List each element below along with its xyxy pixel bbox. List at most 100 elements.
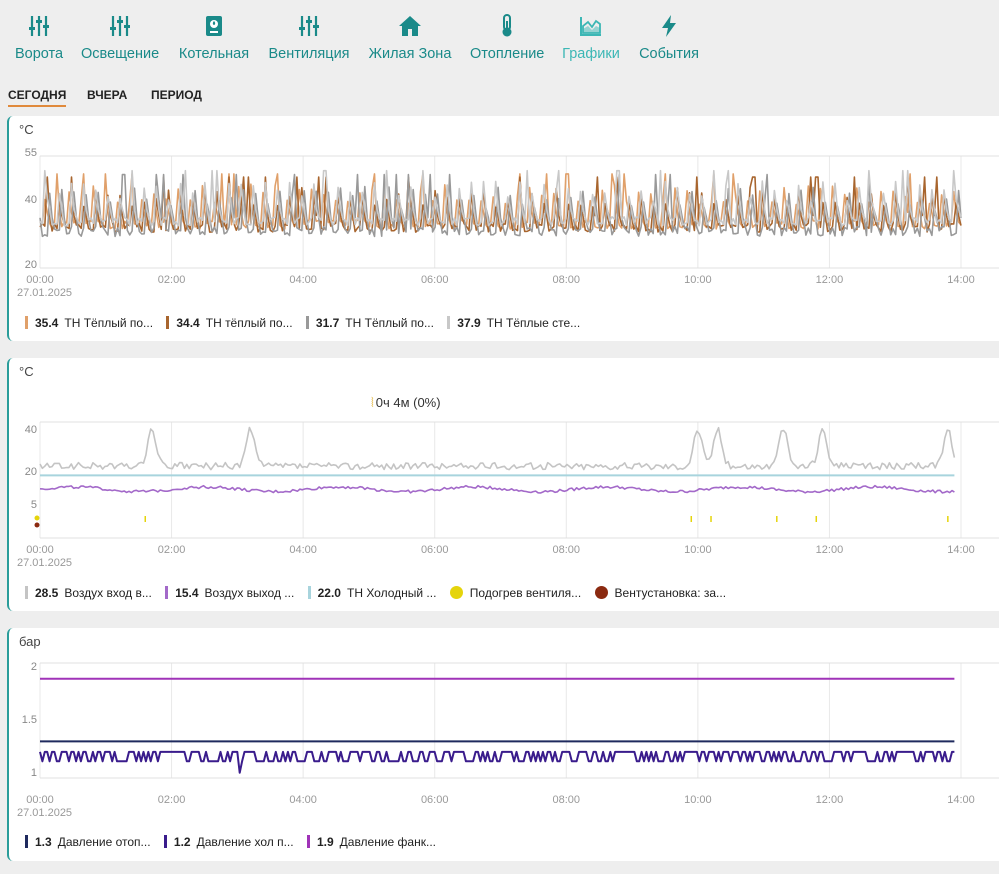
legend-item[interactable]: 22.0 ТН Холодный ... — [307, 586, 436, 600]
x-tick-label: 10:00 — [684, 794, 712, 806]
nav-item-living-zone[interactable]: Жилая Зона — [368, 14, 452, 66]
legend-swatch — [25, 316, 28, 329]
legend-item[interactable]: Вентустановка: за... — [594, 586, 726, 600]
nav-label: Жилая Зона — [368, 46, 452, 62]
x-tick-label: 02:00 — [158, 274, 186, 286]
period-tabs: СЕГОДНЯ ВЧЕРА ПЕРИОД — [0, 84, 999, 108]
x-tick-label: 10:00 — [684, 274, 712, 286]
chart-card-ventilation: °C ⦚ 0ч 4м (0%) 00:00 02:00 04:00 06:00 08:00… — [7, 358, 999, 611]
x-tick-label: 04:00 — [289, 274, 317, 286]
x-tick-label: 02:00 — [158, 544, 186, 556]
y-tick-label: 1 — [31, 767, 37, 779]
boiler-icon — [178, 14, 250, 40]
nav-item-charts[interactable]: Графики — [562, 14, 620, 66]
nav-item-events[interactable]: События — [638, 14, 700, 66]
nav-item-boiler-room[interactable]: Котельная — [178, 14, 250, 66]
x-date-label: 27.01.2025 — [17, 557, 72, 569]
pressure-chart[interactable]: 00:00 02:00 04:00 06:00 08:00 10:00 12:00 14:00… — [9, 628, 999, 828]
x-tick-label: 12:00 — [816, 274, 844, 286]
sliders-icon — [268, 14, 350, 40]
x-tick-label: 08:00 — [553, 794, 581, 806]
legend-item[interactable]: 1.9 Давление фанк... — [306, 835, 436, 849]
temperature-chart[interactable]: 00:00 02:00 04:00 06:00 08:00 10:00 12:00 14:00… — [9, 116, 999, 306]
x-tick-label: 02:00 — [158, 794, 186, 806]
x-tick-label: 04:00 — [289, 794, 317, 806]
legend-item[interactable]: 28.5 Воздух вход в... — [25, 586, 152, 600]
x-tick-label: 14:00 — [947, 544, 975, 556]
nav-label: Графики — [562, 46, 620, 62]
tab-period[interactable]: ПЕРИОД — [151, 88, 202, 102]
legend-swatch — [25, 586, 28, 599]
thermometer-icon — [470, 14, 544, 40]
nav-label: Котельная — [178, 46, 250, 62]
home-icon — [368, 14, 452, 40]
legend-item[interactable]: 37.9 ТН Тёплые сте... — [447, 316, 580, 330]
y-tick-label: 20 — [25, 259, 37, 271]
nav-label: Ворота — [14, 46, 64, 62]
nav-item-lighting[interactable]: Освещение — [81, 14, 159, 66]
x-tick-label: 14:00 — [947, 274, 975, 286]
legend-swatch — [165, 586, 169, 599]
x-tick-label: 06:00 — [421, 544, 449, 556]
legend-item[interactable]: 1.2 Давление хол п... — [163, 835, 294, 849]
series-line — [39, 750, 955, 774]
legend-swatch — [447, 316, 451, 329]
tab-today[interactable]: СЕГОДНЯ — [8, 88, 67, 107]
x-tick-label: 08:00 — [553, 544, 581, 556]
event-marker — [34, 522, 40, 528]
x-tick-label: 04:00 — [289, 544, 317, 556]
x-tick-label: 12:00 — [816, 544, 844, 556]
legend-swatch — [166, 316, 170, 329]
x-tick-label: 06:00 — [421, 794, 449, 806]
nav-label: События — [639, 46, 699, 62]
sliders-icon — [14, 14, 64, 40]
x-tick-label: 00:00 — [26, 794, 54, 806]
legend-item[interactable]: 1.3 Давление отоп... — [25, 835, 151, 849]
legend-item[interactable]: 31.7 ТН Тёплый по... — [305, 316, 434, 330]
y-tick-label: 5 — [31, 499, 37, 511]
x-tick-label: 14:00 — [947, 794, 975, 806]
legend-swatch — [163, 835, 167, 848]
ventilation-chart[interactable]: 00:00 02:00 04:00 06:00 08:00 10:00 12:00 14:00… — [9, 358, 999, 578]
nav-item-vorota[interactable]: Ворота — [14, 14, 64, 66]
lightning-icon — [638, 14, 700, 40]
legend-dot — [449, 586, 463, 599]
y-tick-label: 20 — [25, 466, 37, 478]
x-tick-label: 00:00 — [26, 544, 54, 556]
x-date-label: 27.01.2025 — [17, 807, 72, 819]
chart-card-warm-floor: °C 00:00 02:00 04:00 06:00 08:00 10:00 12:00 14… — [7, 116, 999, 341]
tab-yesterday[interactable]: ВЧЕРА — [87, 88, 127, 102]
area-chart-icon — [562, 14, 620, 40]
y-tick-label: 40 — [25, 424, 37, 436]
nav-label: Освещение — [81, 46, 160, 62]
nav-item-ventilation[interactable]: Вентиляция — [268, 14, 350, 66]
x-date-label: 27.01.2025 — [17, 287, 72, 299]
nav-item-heating[interactable]: Отопление — [470, 14, 544, 66]
legend-item[interactable]: 35.4 ТН Тёплый по... — [25, 316, 153, 330]
nav-label: Отопление — [470, 46, 545, 62]
chart-card-pressure: бар 00:00 02:00 04:00 06:00 08:00 10:00 12:00 1… — [7, 628, 999, 861]
x-tick-label: 12:00 — [816, 794, 844, 806]
legend-item[interactable]: 15.4 Воздух выход ... — [165, 586, 294, 600]
y-tick-label: 40 — [25, 194, 37, 206]
legend-dot — [594, 586, 608, 599]
sliders-icon — [81, 14, 159, 40]
series-line — [39, 426, 956, 471]
x-tick-label: 06:00 — [421, 274, 449, 286]
top-navigation: Ворота Освещение Котельная Вентиляция Жи… — [0, 0, 999, 74]
chart-legend: 28.5 Воздух вход в... 15.4 Воздух выход ..… — [25, 586, 736, 600]
legend-swatch — [306, 835, 310, 848]
x-tick-label: 08:00 — [553, 274, 581, 286]
y-tick-label: 1.5 — [22, 714, 37, 726]
event-marker — [34, 515, 40, 521]
legend-item[interactable]: Подогрев вентиля... — [449, 586, 581, 600]
legend-swatch — [307, 586, 311, 599]
y-tick-label: 2 — [31, 661, 37, 673]
chart-legend: 1.3 Давление отоп... 1.2 Давление хол п...… — [25, 835, 446, 849]
x-tick-label: 00:00 — [26, 274, 54, 286]
nav-label: Вентиляция — [268, 46, 350, 62]
chart-legend: 35.4 ТН Тёплый по... 34.4 ТН тёплый по... … — [25, 316, 590, 330]
legend-item[interactable]: 34.4 ТН тёплый по... — [166, 316, 293, 330]
legend-swatch — [305, 316, 309, 329]
series-line — [39, 484, 955, 494]
